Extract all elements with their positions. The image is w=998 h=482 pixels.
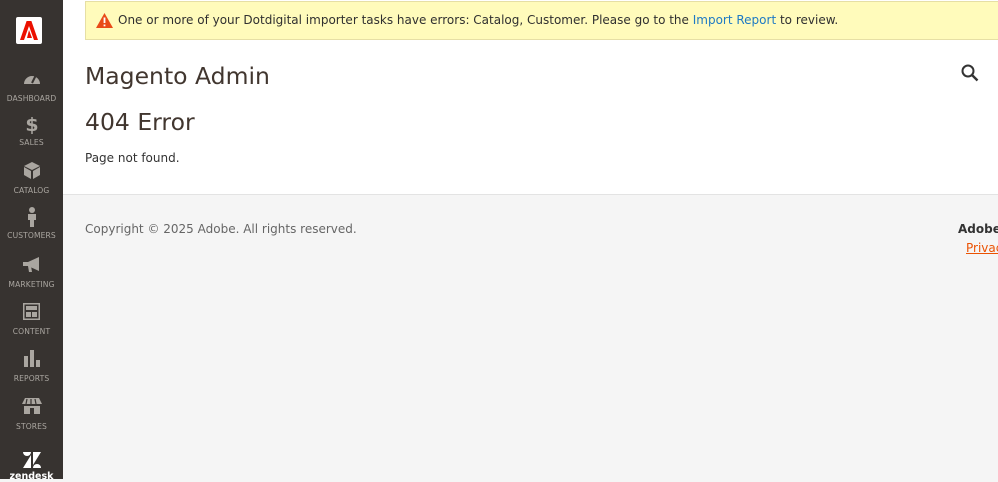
privacy-link[interactable]: Privacy [966,241,998,255]
footer-right: Adobe C Privacy [958,222,998,255]
sidebar-item-label: REPORTS [13,374,50,383]
person-icon [0,207,63,229]
storefront-icon [0,398,63,420]
sidebar-item-catalog[interactable]: CATALOG [0,162,63,195]
notice-text: One or more of your Dotdigital importer … [118,13,693,27]
sidebar-item-label: MARKETING [8,280,55,289]
notice-text-end: to review. [776,13,839,27]
dollar-icon: $ [0,114,63,136]
search-icon[interactable] [961,64,979,86]
sidebar-item-label: DASHBOARD [6,94,57,103]
megaphone-icon [0,256,63,278]
zendesk-label: zendesk [9,471,54,482]
adobe-logo-icon [20,21,38,40]
page-title: Magento Admin [85,62,270,90]
error-title: 404 Error [85,108,195,136]
speedometer-icon [0,70,63,92]
zendesk-logo-icon [22,452,41,468]
sidebar-item-customers[interactable]: CUSTOMERS [0,207,63,240]
layout-icon [0,303,63,325]
sidebar-item-sales[interactable]: $ SALES [0,114,63,147]
footer-brand: Adobe C [958,222,998,236]
sidebar-item-content[interactable]: CONTENT [0,303,63,336]
sidebar-item-label: CUSTOMERS [7,231,56,240]
sidebar-item-zendesk[interactable]: zendesk [0,452,63,482]
sidebar-item-dashboard[interactable]: DASHBOARD [0,70,63,103]
admin-sidebar: DASHBOARD $ SALES CATALOG CUSTOMERS MARK… [0,0,63,482]
notice-message: One or more of your Dotdigital importer … [118,13,838,27]
sidebar-item-label: STORES [16,422,47,431]
sidebar-item-stores[interactable]: STORES [0,398,63,431]
sidebar-item-label: CONTENT [12,327,51,336]
warning-icon [96,13,113,32]
system-notice: One or more of your Dotdigital importer … [85,1,998,40]
bar-chart-icon [0,350,63,372]
import-report-link[interactable]: Import Report [693,13,776,27]
sidebar-item-marketing[interactable]: MARKETING [0,256,63,289]
error-message: Page not found. [85,151,180,165]
svg-text:$: $ [25,114,38,134]
adobe-logo[interactable] [16,17,42,44]
sidebar-item-label: SALES [19,138,44,147]
copyright-text: Copyright © 2025 Adobe. All rights reser… [85,222,357,236]
sidebar-item-label: CATALOG [13,186,50,195]
box-icon [0,162,63,184]
main-content: One or more of your Dotdigital importer … [63,0,998,195]
sidebar-item-reports[interactable]: REPORTS [0,350,63,383]
